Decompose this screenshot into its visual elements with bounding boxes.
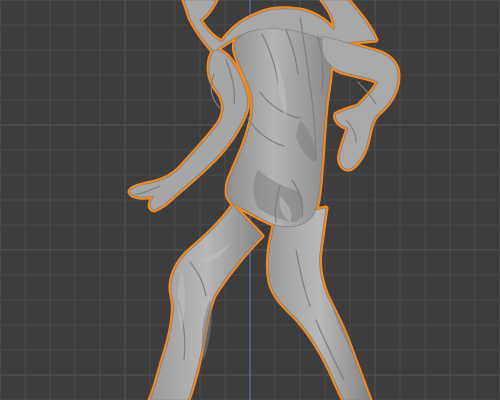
viewport-canvas[interactable] (0, 0, 500, 400)
3d-viewport[interactable] (0, 0, 500, 400)
